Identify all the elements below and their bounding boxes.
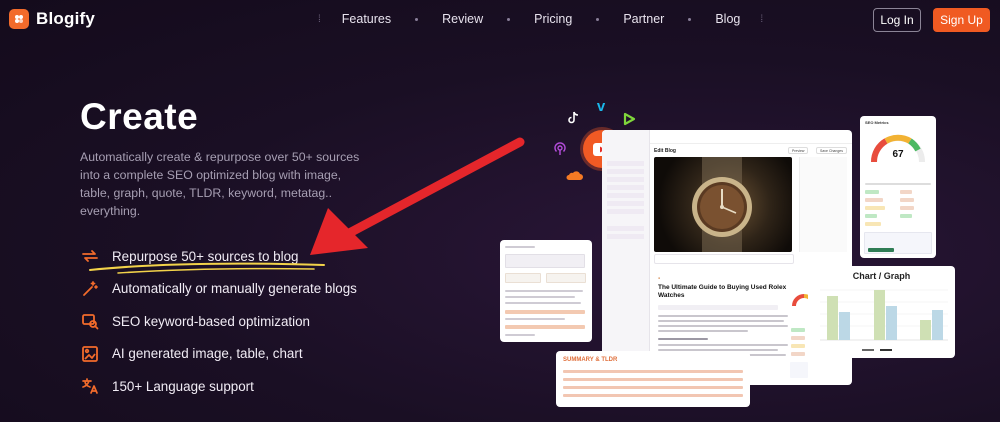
nav-grip-icon: ⁞: [760, 13, 765, 25]
translate-icon: [80, 376, 100, 396]
nav-item-partner[interactable]: Partner: [623, 12, 664, 26]
feature-item: AI generated image, table, chart: [80, 338, 357, 371]
hero-title: Create: [80, 96, 199, 137]
save-changes-button[interactable]: Save Changes: [816, 147, 847, 154]
nav-item-review[interactable]: Review: [442, 12, 483, 26]
blogify-logo-icon: [9, 9, 29, 29]
article-title: The Ultimate Guide to Buying Used Rolex …: [658, 284, 787, 299]
soundcloud-icon: [562, 170, 584, 182]
tiktok-icon: [565, 110, 581, 126]
image-chart-icon: [80, 344, 100, 364]
seo-metrics-title: SEO Metrics: [865, 120, 889, 125]
feature-label: Automatically or manually generate blogs: [112, 281, 357, 297]
chart-graph-card: Chart / Graph: [808, 266, 955, 358]
nav-separator: [596, 17, 600, 21]
nav-item-pricing[interactable]: Pricing: [534, 12, 572, 26]
nav-item-blog[interactable]: Blog: [715, 12, 740, 26]
preview-button[interactable]: Preview: [788, 147, 809, 154]
nav-grip-icon: ⁞: [318, 13, 322, 25]
nav-item-features[interactable]: Features: [342, 12, 391, 26]
keyword-tag: ●: [658, 276, 661, 280]
seo-score-gauge: [870, 134, 925, 163]
seo-search-icon: [80, 311, 100, 331]
feature-item: Automatically or manually generate blogs: [80, 273, 357, 306]
rumble-icon: [622, 112, 636, 126]
main-nav: ⁞ Features Review Pricing Partner Blog ⁞: [312, 12, 770, 26]
feature-label: SEO keyword-based optimization: [112, 313, 310, 329]
editor-sidebar: [602, 130, 650, 385]
magic-wand-icon: [80, 279, 100, 299]
login-button[interactable]: Log In: [873, 8, 921, 32]
nav-separator: [688, 17, 692, 21]
brand-logo[interactable]: Blogify: [9, 9, 95, 29]
chart-bars: [820, 289, 948, 351]
signup-button[interactable]: Sign Up: [933, 8, 990, 32]
brand-name: Blogify: [36, 9, 96, 28]
feature-label: AI generated image, table, chart: [112, 346, 303, 362]
summary-tldr-card: SUMMARY & TLDR: [556, 351, 750, 407]
nav-separator: [415, 17, 419, 21]
feature-label: 150+ Language support: [112, 378, 254, 394]
feature-item: 150+ Language support: [80, 370, 357, 403]
vimeo-icon: v: [596, 97, 606, 115]
podcast-icon: [552, 141, 568, 157]
rolex-watch-image: [654, 157, 792, 252]
seo-metrics-card: SEO Metrics 67: [860, 116, 936, 258]
edit-blog-title: Edit Blog: [654, 148, 676, 154]
nav-separator: [507, 17, 511, 21]
source-settings-card: [500, 240, 592, 342]
feature-item: SEO keyword-based optimization: [80, 305, 357, 338]
summary-title: SUMMARY & TLDR: [563, 357, 618, 363]
seo-side-panel: [788, 270, 810, 382]
seo-score-value: 67: [892, 149, 904, 160]
